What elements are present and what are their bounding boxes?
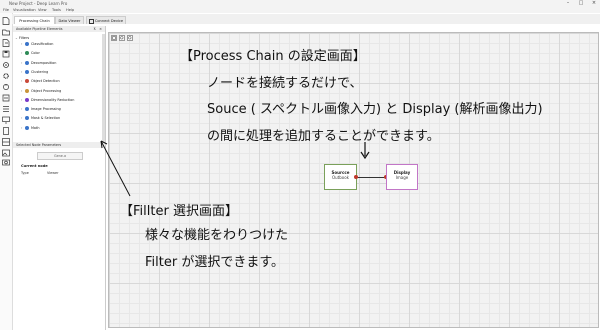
filter-item-label: Decomposition [31, 60, 57, 65]
zoom-out-icon[interactable] [127, 35, 133, 41]
minimize-icon[interactable]: – [562, 0, 574, 7]
filter-category-icon [25, 107, 29, 112]
zoom-in-icon[interactable] [119, 35, 125, 41]
fit-view-icon[interactable] [111, 35, 117, 41]
panel-scrollbar[interactable] [102, 34, 105, 144]
panel-close-icon[interactable]: × [99, 26, 102, 32]
device-icon [89, 19, 94, 24]
camera-icon[interactable] [2, 158, 10, 166]
filter-item-label: Mask & Selection [31, 116, 61, 121]
filter-category-icon [25, 51, 29, 56]
filter-item[interactable]: › Decomposition [21, 60, 57, 66]
filter-item[interactable]: › Clustering [21, 69, 49, 75]
annotation-filter-title: 【Fillter 選択画面】 [120, 204, 238, 219]
menu-bar: File Visualization View Tools Help [0, 7, 600, 13]
annotation-process-line3: の間に処理を追加することができます。 [207, 129, 440, 144]
param-key: Type [21, 171, 29, 175]
filter-item[interactable]: › Dimensionality Reduction [21, 97, 75, 103]
maximize-icon[interactable]: □ [575, 0, 587, 7]
tab-processing-chain[interactable]: Processing Chain [14, 16, 55, 24]
filter-item-label: Dimensionality Reduction [31, 97, 75, 102]
filter-item[interactable]: › Mask & Selection [21, 116, 60, 121]
image-icon[interactable] [2, 149, 10, 157]
filter-item[interactable]: › Object Detection [21, 79, 60, 84]
filter-item-label: Object Processing [31, 88, 62, 93]
menu-view[interactable]: View [38, 7, 47, 13]
window-title: New Project - Deep Learn Pro [9, 1, 68, 6]
filter-item-label: Color [31, 51, 40, 56]
filter-category-icon [25, 116, 29, 121]
filter-panel: Available Pipeline Elements ⊼ × ⌄Filters… [13, 26, 106, 330]
panel-header: Available Pipeline Elements ⊼ × [13, 26, 105, 32]
filter-item[interactable]: › Classification [21, 42, 53, 47]
node-connection [356, 177, 386, 178]
annotation-filter-line2: Filter が選択できます。 [145, 255, 285, 270]
filter-item[interactable]: › Object Processing [21, 88, 62, 94]
open-file-icon[interactable] [2, 39, 10, 47]
annotation-filter-line1: 様々な機能をわりつけた [145, 228, 289, 243]
menu-help[interactable]: Help [66, 7, 74, 13]
panel-header-label: Available Pipeline Elements [16, 27, 63, 31]
filter-item-label: Math [31, 125, 40, 130]
window-titlebar: New Project - Deep Learn Pro – □ × [0, 0, 600, 7]
filter-category-icon [25, 69, 29, 74]
annotation-process-title: 【Process Chain の設定画面】 [180, 49, 366, 64]
filter-item[interactable]: › Color [21, 51, 40, 56]
tree-root-filters[interactable]: ⌄Filters [15, 36, 29, 41]
tab-data-viewer[interactable]: Data Viewer [55, 16, 84, 24]
tree-root-label: Filters [19, 36, 30, 40]
filter-item[interactable]: › Image Processing [21, 107, 61, 112]
left-toolbar [0, 13, 13, 330]
settings-icon[interactable] [2, 61, 10, 69]
sync-icon[interactable] [2, 83, 10, 91]
tab-bar: Processing Chain Data Viewer Connect Dev… [12, 14, 600, 24]
export-icon[interactable] [2, 94, 10, 102]
filter-category-icon [25, 60, 29, 65]
annotation-process-line1: ノードを接続するだけで、 [207, 76, 363, 91]
generate-button[interactable]: Gene.a [37, 152, 83, 160]
tab-connect-device[interactable]: Connect Device [86, 16, 126, 24]
annotation-process-line2: Souce ( スペクトル画像入力) と Display (解析画像出力) [207, 102, 543, 117]
filter-category-icon [25, 79, 29, 84]
source-node[interactable]: Sourcce Outbook [324, 164, 357, 190]
filter-item-label: Clustering [31, 69, 49, 74]
new-file-icon[interactable] [2, 17, 10, 25]
filter-category-icon [25, 42, 29, 46]
close-icon[interactable]: × [588, 0, 600, 7]
filter-item-label: Classification [31, 42, 54, 46]
save-icon[interactable] [2, 50, 10, 58]
filter-item-label: Object Detection [31, 79, 60, 84]
display-node[interactable]: Display Image [386, 164, 418, 190]
monitor-icon[interactable] [2, 116, 10, 124]
filter-category-icon [25, 97, 29, 102]
menu-visualization[interactable]: Visualization [13, 7, 36, 13]
document-icon[interactable] [2, 127, 10, 135]
menu-tools[interactable]: Tools [52, 7, 61, 13]
filter-category-icon [25, 125, 29, 130]
source-output-port[interactable] [354, 175, 358, 179]
display-node-port: Image [395, 175, 409, 180]
params-section-title: Current node [21, 164, 48, 168]
tab-connect-device-label: Connect Device [94, 19, 124, 23]
list-icon[interactable] [2, 105, 10, 113]
params-header: Selected Node Parameters [13, 142, 105, 148]
gear-icon[interactable] [2, 72, 10, 80]
filter-category-icon [25, 88, 29, 93]
filter-item-label: Image Processing [31, 107, 61, 112]
param-value: Viewer [47, 171, 59, 175]
open-folder-icon[interactable] [2, 28, 10, 36]
params-header-label: Selected Node Parameters [16, 143, 62, 147]
filter-item[interactable]: › Math [21, 125, 40, 131]
pin-icon[interactable]: ⊼ [94, 26, 96, 32]
layout-icon[interactable] [2, 138, 10, 146]
source-node-port: Outbook [331, 175, 349, 180]
